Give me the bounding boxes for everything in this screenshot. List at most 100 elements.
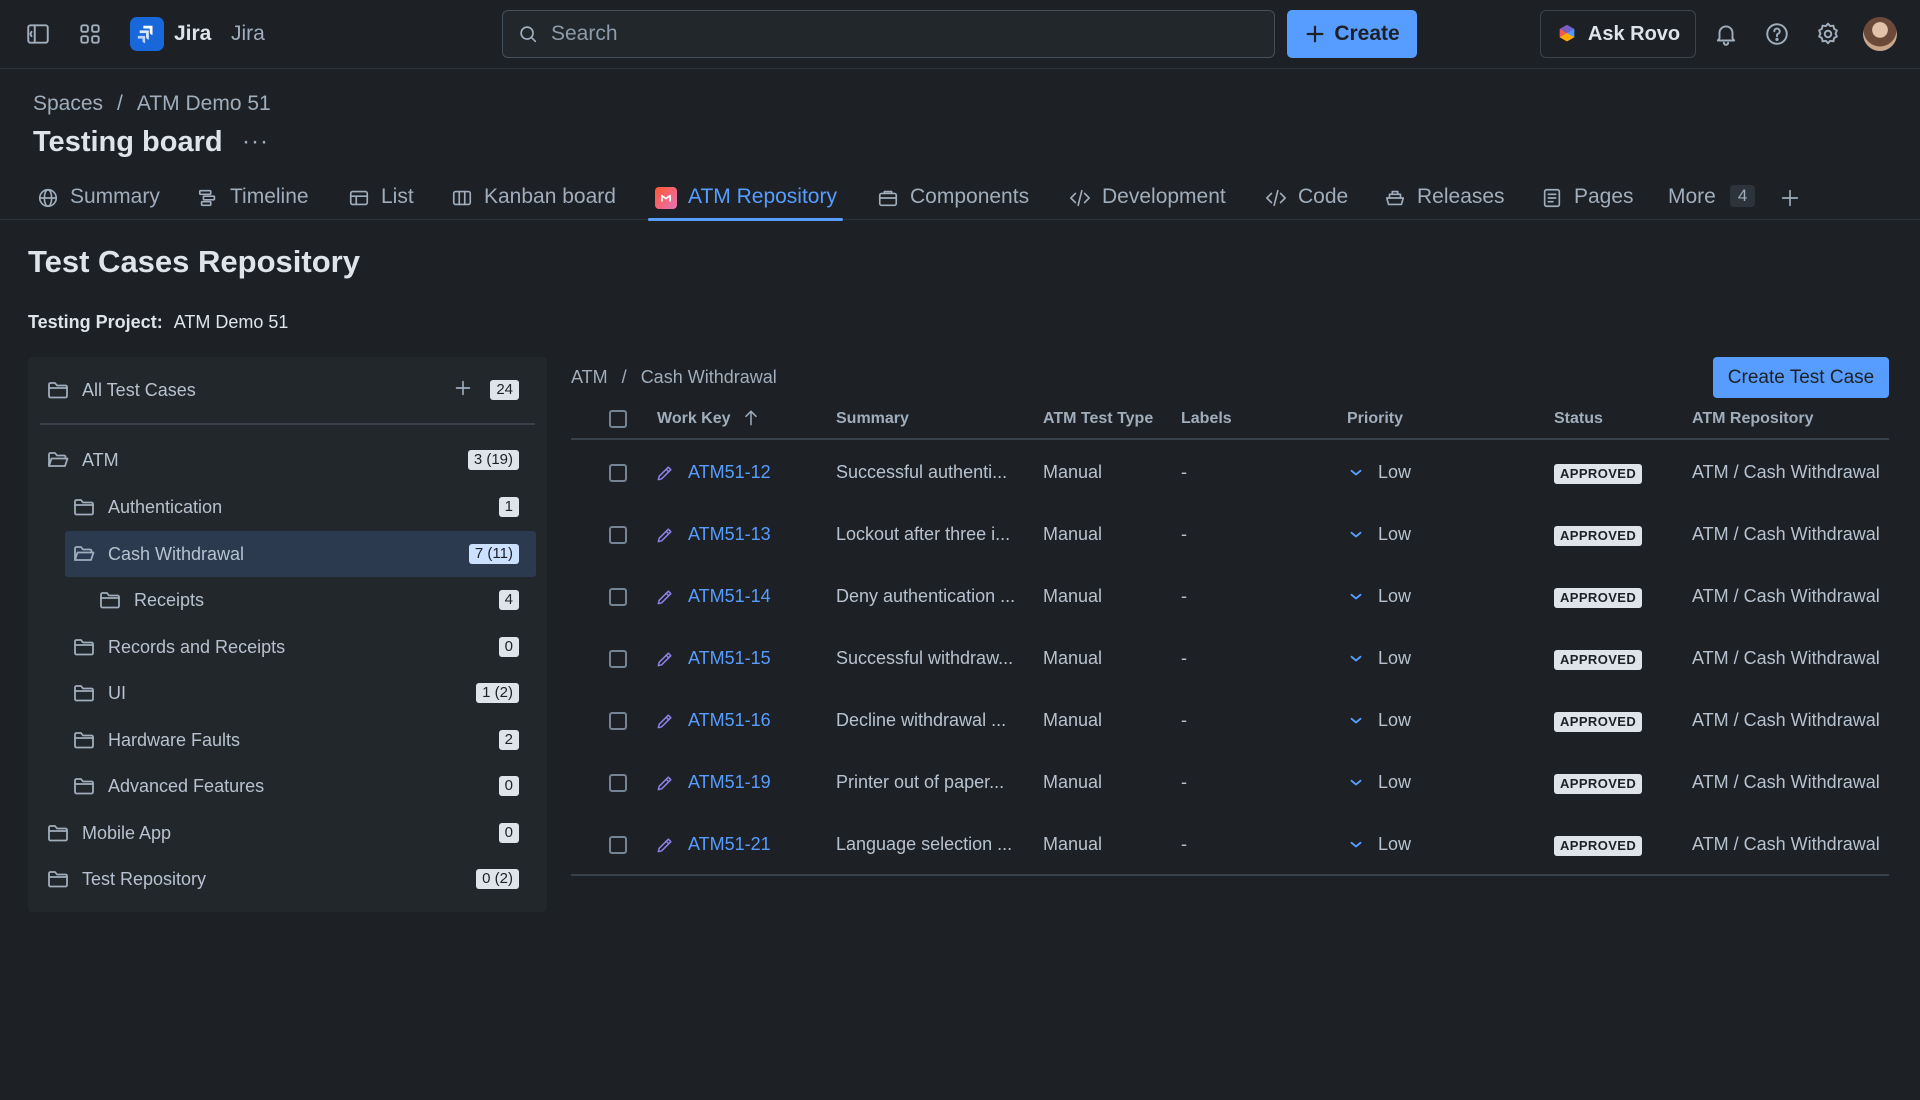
search-box[interactable]: [502, 10, 1275, 58]
work-key-link[interactable]: ATM51-15: [688, 648, 771, 669]
folder-breadcrumb-root[interactable]: ATM: [571, 367, 608, 388]
create-test-case-button[interactable]: Create Test Case: [1713, 357, 1889, 398]
tree-item-ui[interactable]: UI: [72, 671, 126, 715]
priority-low-icon: [1347, 650, 1365, 668]
table-row[interactable]: ATM51-12 Successful authenti... Manual - Low…: [571, 442, 1889, 504]
tab-releases[interactable]: Releases: [1383, 180, 1505, 220]
create-button[interactable]: Create: [1287, 10, 1417, 58]
row-checkbox[interactable]: [609, 464, 627, 482]
status-badge: APPROVED: [1554, 650, 1643, 670]
row-checkbox[interactable]: [609, 650, 627, 668]
folder-breadcrumb-current[interactable]: Cash Withdrawal: [641, 367, 777, 388]
test-case-icon: [655, 773, 675, 793]
tab-pages[interactable]: Pages: [1540, 180, 1634, 220]
tab-list[interactable]: List: [347, 180, 414, 220]
work-key-link[interactable]: ATM51-14: [688, 586, 771, 607]
work-key-link[interactable]: ATM51-19: [688, 772, 771, 793]
column-header-repository[interactable]: ATM Repository: [1692, 410, 1813, 428]
development-icon: [1068, 186, 1092, 210]
work-key-link[interactable]: ATM51-21: [688, 834, 771, 855]
tab-kanban-board[interactable]: Kanban board: [450, 180, 616, 220]
globe-icon: [36, 186, 60, 210]
table-row[interactable]: ATM51-16 Decline withdrawal ... Manual - Low…: [571, 690, 1889, 752]
tree-item-label: Cash Withdrawal: [108, 543, 245, 564]
gear-icon[interactable]: [1814, 20, 1842, 48]
tree-item-advanced-features[interactable]: Advanced Features: [72, 764, 264, 808]
tree-item-records-and-receipts[interactable]: Records and Receipts: [72, 625, 285, 669]
column-header-labels[interactable]: Labels: [1181, 410, 1232, 428]
app-switcher-icon[interactable]: [76, 20, 104, 48]
table-row[interactable]: ATM51-14 Deny authentication ... Manual - Lo…: [571, 566, 1889, 628]
repository-cell: ATM / Cash Withdrawal: [1692, 834, 1880, 854]
breadcrumb-project[interactable]: ATM Demo 51: [137, 92, 271, 116]
avatar[interactable]: [1863, 17, 1897, 51]
labels-cell: -: [1181, 524, 1187, 544]
table-row[interactable]: ATM51-13 Lockout after three i... Manual - L…: [571, 504, 1889, 566]
table-header: Work Key Summary ATM Test Type Labels Pr…: [571, 400, 1889, 440]
search-input[interactable]: [551, 22, 1151, 46]
summary-cell[interactable]: Successful authenti...: [836, 462, 1007, 483]
table-row[interactable]: ATM51-19 Printer out of paper... Manual - Lo…: [571, 752, 1889, 814]
repository-title: Test Cases Repository: [28, 244, 360, 279]
row-checkbox[interactable]: [609, 774, 627, 792]
add-folder-button[interactable]: [452, 377, 476, 401]
column-header-test-type[interactable]: ATM Test Type: [1043, 410, 1153, 428]
repository-cell: ATM / Cash Withdrawal: [1692, 648, 1880, 668]
tab-development[interactable]: Development: [1068, 180, 1226, 220]
tab-timeline[interactable]: Timeline: [196, 180, 309, 220]
tree-item-atm[interactable]: ATM: [46, 438, 119, 482]
summary-cell[interactable]: Language selection ...: [836, 834, 1012, 855]
tree-item-hardware-faults[interactable]: Hardware Faults: [72, 718, 240, 762]
priority-low-icon: [1347, 588, 1365, 606]
row-checkbox[interactable]: [609, 712, 627, 730]
tree-count-badge: 3 (19): [467, 450, 519, 470]
work-key-link[interactable]: ATM51-16: [688, 710, 771, 731]
row-checkbox[interactable]: [609, 836, 627, 854]
summary-cell[interactable]: Successful withdraw...: [836, 648, 1013, 669]
tree-item-mobile-app[interactable]: Mobile App: [46, 811, 171, 855]
sidebar-toggle-icon[interactable]: [24, 20, 52, 48]
row-checkbox[interactable]: [609, 588, 627, 606]
brand-name[interactable]: Jira: [174, 22, 211, 46]
column-header-status[interactable]: Status: [1554, 410, 1603, 428]
summary-cell[interactable]: Deny authentication ...: [836, 586, 1015, 607]
column-header-priority[interactable]: Priority: [1347, 410, 1403, 428]
summary-cell[interactable]: Lockout after three i...: [836, 524, 1010, 545]
summary-cell[interactable]: Printer out of paper...: [836, 772, 1004, 793]
tab-summary[interactable]: Summary: [36, 180, 160, 220]
tree-item-cash-withdrawal[interactable]: Cash Withdrawal: [72, 532, 244, 576]
breadcrumb-spaces[interactable]: Spaces: [33, 92, 103, 116]
tree-item-receipts[interactable]: Receipts: [98, 578, 204, 622]
more-actions-icon[interactable]: ···: [242, 128, 269, 156]
bell-icon[interactable]: [1712, 20, 1740, 48]
tab-atm-repository[interactable]: ATM Repository: [648, 180, 843, 221]
tree-item-test-repository[interactable]: Test Repository: [46, 857, 206, 901]
tab-code[interactable]: Code: [1264, 180, 1348, 220]
select-all-checkbox[interactable]: [609, 410, 627, 428]
tab-label: Summary: [70, 185, 160, 208]
jira-logo-icon[interactable]: [130, 17, 164, 51]
tab-more[interactable]: More 4: [1668, 180, 1756, 220]
testing-project-value: ATM Demo 51: [173, 312, 289, 332]
column-header-work-key[interactable]: Work Key: [657, 410, 731, 428]
add-tab-button[interactable]: [1778, 180, 1802, 220]
column-header-summary[interactable]: Summary: [836, 410, 909, 428]
test-case-icon: [655, 835, 675, 855]
work-key-link[interactable]: ATM51-13: [688, 524, 771, 545]
work-key-link[interactable]: ATM51-12: [688, 462, 771, 483]
tree-item-all-test-cases[interactable]: All Test Cases: [46, 368, 196, 412]
summary-cell[interactable]: Decline withdrawal ...: [836, 710, 1006, 731]
folder-icon: [46, 821, 70, 845]
tree-item-label: Receipts: [134, 589, 205, 610]
table-row[interactable]: ATM51-15 Successful withdraw... Manual - Low…: [571, 628, 1889, 690]
ask-rovo-label: Ask Rovo: [1587, 22, 1681, 45]
table-row[interactable]: ATM51-21 Language selection ... Manual - Low…: [571, 814, 1889, 876]
row-checkbox[interactable]: [609, 526, 627, 544]
status-badge: APPROVED: [1554, 774, 1643, 794]
priority-cell: Low: [1378, 586, 1412, 606]
ask-rovo-button[interactable]: Ask Rovo: [1540, 10, 1696, 58]
tab-components[interactable]: Components: [876, 180, 1029, 220]
sort-ascending-icon[interactable]: [741, 408, 761, 428]
tree-item-authentication[interactable]: Authentication: [72, 485, 222, 529]
help-icon[interactable]: [1763, 20, 1791, 48]
